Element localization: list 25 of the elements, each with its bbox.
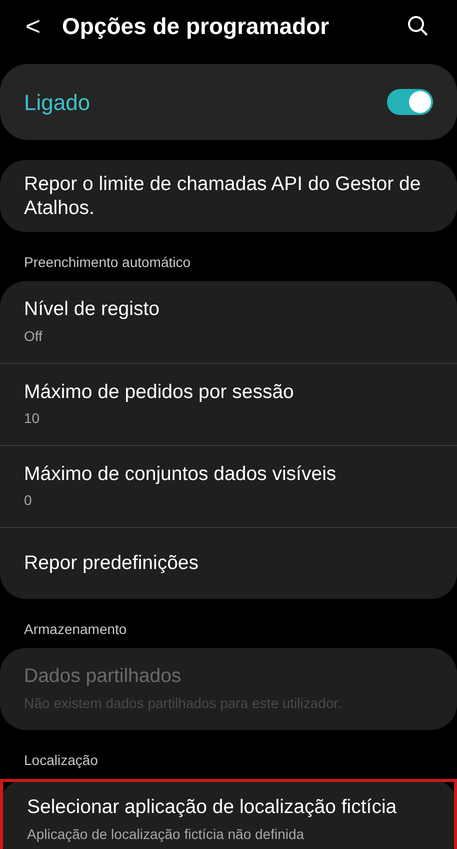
back-button[interactable]: < — [20, 13, 46, 39]
section-header: Preenchimento automático — [23, 253, 192, 272]
item-title: Máximo de conjuntos dados visíveis — [24, 462, 338, 486]
search-icon[interactable] — [407, 15, 429, 37]
master-switch-label: Ligado — [24, 88, 92, 117]
toggle-switch[interactable] — [387, 89, 433, 115]
screen-title: Opções de programador — [62, 12, 330, 41]
item-title: Selecionar aplicação de localização fictícia — [27, 795, 398, 820]
item-summary: 0 — [24, 491, 33, 510]
item-summary: Off — [24, 326, 44, 346]
settings-item[interactable]: Repor o limite de chamadas API do Gestor de Atalhos. — [0, 160, 457, 232]
item-title: Nível de registo — [24, 297, 160, 322]
settings-item[interactable]: Nível de registo Off — [0, 281, 457, 363]
settings-item[interactable]: Repor predefinições — [0, 527, 457, 599]
item-summary: 10 — [24, 409, 41, 428]
item-title: Máximo de pedidos por sessão — [24, 380, 295, 404]
item-title: Dados partilhados — [24, 664, 182, 689]
settings-item[interactable]: Máximo de pedidos por sessão 10 — [0, 363, 457, 445]
section-header: Armazenamento — [23, 620, 128, 639]
item-title: Repor o limite de chamadas API do Gestor de Atalhos. — [24, 172, 422, 220]
item-title: Repor predefinições — [24, 551, 200, 576]
item-summary: Aplicação de localização fictícia não definida — [27, 824, 306, 844]
settings-item[interactable]: Máximo de conjuntos dados visíveis 0 — [0, 445, 457, 527]
settings-item[interactable]: Selecionar aplicação de localização fictícia Aplicação de localização fictícia não definida — [0, 779, 457, 849]
section-header: Localização — [23, 751, 99, 770]
